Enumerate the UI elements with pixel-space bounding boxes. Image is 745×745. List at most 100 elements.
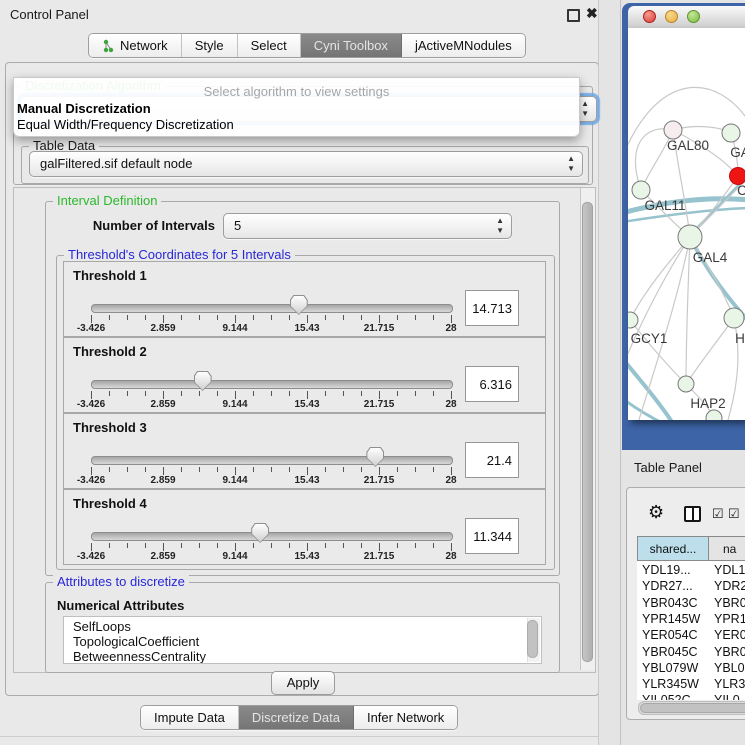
table-cell-name[interactable]: YLR3 [714, 677, 745, 691]
tab-select[interactable]: Select [238, 34, 301, 57]
attribute-item-betweennesscentrality[interactable]: BetweennessCentrality [73, 649, 206, 664]
network-edge-highlighted[interactable] [628, 358, 676, 420]
tab-discretize-data[interactable]: Discretize Data [239, 706, 354, 729]
threshold-value-field[interactable]: 14.713 [465, 290, 519, 326]
threshold-value-field[interactable]: 6.316 [465, 366, 519, 402]
network-node-h[interactable] [724, 308, 744, 328]
tick-label: -3.426 [77, 323, 105, 334]
close-icon[interactable]: ✖ [586, 5, 598, 22]
gear-icon[interactable]: ⚙ [648, 502, 664, 523]
network-edge[interactable] [628, 237, 690, 368]
slider-tick [199, 543, 200, 548]
slider-track[interactable] [91, 304, 453, 313]
node-table-body[interactable]: YDL19... YDL1 YDR27... YDR2 YBR043C YBR0 YPR14… [637, 561, 745, 700]
table-cell-shared-name[interactable]: YIL052C [642, 693, 708, 700]
numerical-attributes-label: Numerical Attributes [57, 598, 184, 613]
slider-tick [235, 391, 236, 399]
checkbox-icon[interactable]: ☑ [712, 506, 724, 522]
table-cell-shared-name[interactable]: YBL079W [642, 661, 708, 675]
threshold-label: Threshold 3 [73, 420, 147, 435]
network-node-gal11[interactable] [632, 181, 650, 199]
slider-tick [271, 391, 272, 396]
table-cell-shared-name[interactable]: YPR145W [642, 612, 708, 626]
network-edge[interactable] [686, 237, 690, 384]
tab-jactivemnodules[interactable]: jActiveMNodules [402, 34, 525, 57]
slider-track[interactable] [91, 456, 453, 465]
tab-impute-data[interactable]: Impute Data [141, 706, 239, 729]
network-node-gal80[interactable] [664, 121, 682, 139]
tab-style[interactable]: Style [182, 34, 238, 57]
network-edge[interactable] [686, 318, 734, 384]
number-of-intervals-combobox[interactable]: 5 ▲▼ [223, 213, 512, 239]
table-cell-shared-name[interactable]: YLR345W [642, 677, 708, 691]
table-cell-name[interactable]: YIL0 [714, 693, 745, 700]
combo-arrows-icon[interactable]: ▲▼ [496, 216, 504, 236]
network-node-c[interactable] [730, 168, 745, 185]
table-cell-name[interactable]: YBR0 [714, 596, 745, 610]
table-cell-shared-name[interactable]: YDL19... [642, 563, 708, 577]
split-columns-icon[interactable] [684, 506, 701, 522]
minimize-traffic-light[interactable] [665, 10, 678, 23]
close-traffic-light[interactable] [643, 10, 656, 23]
network-canvas[interactable]: GAL80GACGAL11GAL4GCY1HHAP2 [628, 28, 745, 420]
combo-arrows-icon[interactable]: ▲▼ [567, 154, 575, 174]
network-node[interactable] [706, 410, 722, 420]
network-window-titlebar[interactable] [628, 6, 745, 29]
slider-tick [235, 467, 236, 475]
table-cell-name[interactable]: YDL1 [714, 563, 745, 577]
tab-cyni-toolbox[interactable]: Cyni Toolbox [301, 34, 402, 57]
table-cell-shared-name[interactable]: YDR27... [642, 579, 708, 593]
slider-track[interactable] [91, 380, 453, 389]
slider-tick [415, 543, 416, 548]
table-data-combobox[interactable]: galFiltered.sif default node ▲▼ [29, 151, 583, 177]
checkbox-icon[interactable]: ☑ [728, 506, 740, 522]
list-scrollbar-track[interactable] [527, 618, 540, 662]
table-cell-shared-name[interactable]: YBR045C [642, 645, 708, 659]
slider-tick [181, 315, 182, 320]
table-cell-shared-name[interactable]: YBR043C [642, 596, 708, 610]
tick-label: -3.426 [77, 475, 105, 486]
attribute-item-selfloops[interactable]: SelfLoops [73, 619, 131, 634]
horizontal-scrollbar-thumb[interactable] [640, 703, 745, 713]
network-edge[interactable] [638, 237, 690, 420]
table-cell-name[interactable]: YDR2 [714, 579, 745, 593]
float-window-icon[interactable] [567, 9, 580, 22]
tab-label: Cyni Toolbox [314, 38, 388, 53]
dropdown-option-equal-width-frequency[interactable]: Equal Width/Frequency Discretization [17, 117, 576, 132]
column-header-shared[interactable]: shared... [637, 536, 709, 561]
attribute-item-topologicalcoefficient[interactable]: TopologicalCoefficient [73, 634, 199, 649]
apply-button[interactable]: Apply [271, 671, 335, 695]
horizontal-scrollbar-track[interactable] [638, 701, 745, 715]
table-cell-name[interactable]: YBL0 [714, 661, 745, 675]
vertical-scrollbar-thumb[interactable] [582, 202, 593, 662]
slider-tick [145, 467, 146, 472]
zoom-traffic-light[interactable] [687, 10, 700, 23]
tick-label: 15.43 [294, 475, 319, 486]
dropdown-option-manual-discretization[interactable]: Manual Discretization [17, 101, 576, 116]
tab-network[interactable]: Network [89, 34, 182, 57]
slider-track[interactable] [91, 532, 453, 541]
network-node-gal4[interactable] [678, 225, 702, 249]
slider-tick [415, 391, 416, 396]
threshold-value-field[interactable]: 11.344 [465, 518, 519, 554]
tab-infer-network[interactable]: Infer Network [354, 706, 457, 729]
table-cell-name[interactable]: YPR1 [714, 612, 745, 626]
slider-tick [163, 467, 164, 475]
tab-label: Network [120, 38, 168, 53]
list-scrollbar-thumb[interactable] [527, 620, 538, 658]
table-cell-name[interactable]: YBR0 [714, 645, 745, 659]
table-cell-name[interactable]: YER0 [714, 628, 745, 642]
network-node-ga[interactable] [722, 124, 740, 142]
numerical-attributes-list[interactable]: SelfLoopsTopologicalCoefficientBetweenne… [63, 616, 542, 664]
slider-tick [145, 543, 146, 548]
table-cell-shared-name[interactable]: YER054C [642, 628, 708, 642]
node-label: GAL4 [693, 250, 728, 265]
bottom-tab-bar: Impute DataDiscretize DataInfer Network [140, 705, 458, 730]
network-node-hap2[interactable] [678, 376, 694, 392]
combo-arrows-icon[interactable]: ▲▼ [581, 99, 589, 119]
slider-tick [271, 315, 272, 320]
network-node-gcy1[interactable] [628, 312, 638, 328]
threshold-value-field[interactable]: 21.4 [465, 442, 519, 478]
column-header-name[interactable]: na [708, 536, 745, 561]
slider-tick [379, 391, 380, 399]
